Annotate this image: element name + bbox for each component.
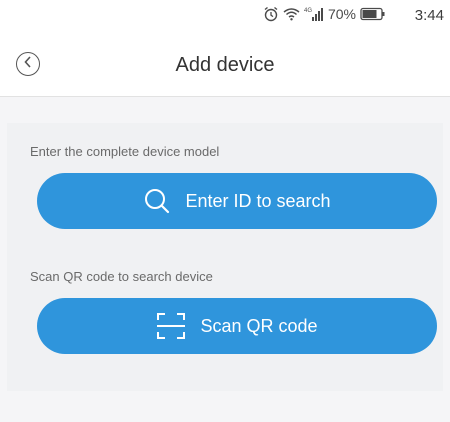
svg-text:4G: 4G <box>304 8 312 14</box>
battery-percent: 70% <box>327 6 356 22</box>
alarm-icon <box>263 6 279 22</box>
battery-icon <box>360 7 386 21</box>
search-panel: Enter the complete device model Enter ID… <box>7 123 443 391</box>
header: Add device <box>0 34 450 97</box>
scan-qr-code-label: Scan QR code <box>200 315 318 336</box>
content-area: Enter the complete device model Enter ID… <box>0 97 450 422</box>
status-icons: 4G 70% <box>263 6 386 22</box>
scan-qr-icon <box>156 312 186 340</box>
scan-qr-code-button[interactable]: Scan QR code <box>37 298 437 354</box>
enter-id-search-button[interactable]: Enter ID to search <box>37 173 437 229</box>
status-time: 3:44 <box>414 7 444 24</box>
wifi-icon <box>283 7 300 21</box>
status-bar: 4G 70% 3:44 <box>0 0 450 34</box>
qr-search-label: Scan QR code to search device <box>30 269 213 284</box>
signal-4g-icon: 4G <box>304 6 324 22</box>
page-title: Add device <box>175 54 275 76</box>
id-search-label: Enter the complete device model <box>30 144 220 159</box>
enter-id-search-label: Enter ID to search <box>185 190 331 211</box>
search-icon <box>143 187 171 215</box>
